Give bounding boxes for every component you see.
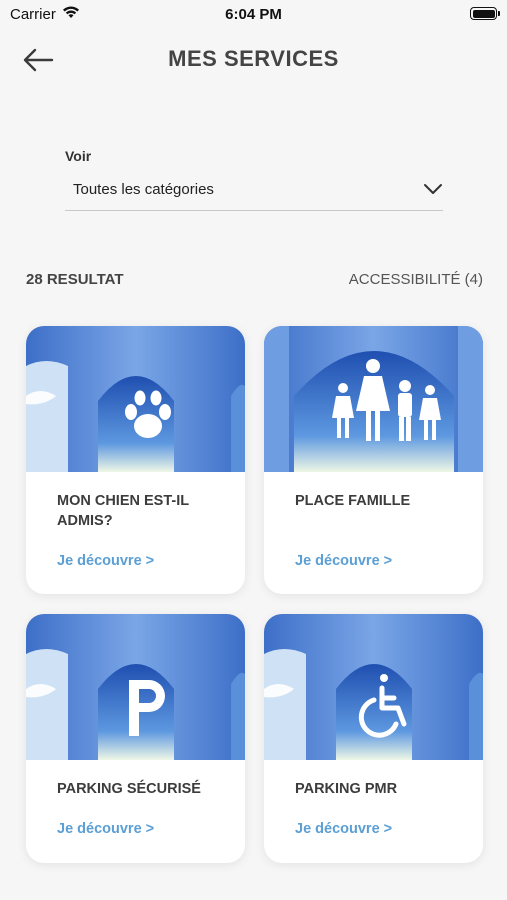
service-card-pmr-parking[interactable]: PARKING PMR Je découvre > [264,614,483,863]
battery-icon [470,7,500,20]
card-image [26,326,245,472]
category-select[interactable]: Toutes les catégories [65,172,443,211]
card-title: MON CHIEN EST-IL ADMIS? [57,493,189,529]
card-title: PARKING SÉCURISÉ [57,781,201,797]
paw-icon [125,390,171,438]
wheelchair-icon [358,674,407,738]
family-icon [332,359,441,441]
category-filter-link[interactable]: ACCESSIBILITÉ (4) [349,271,483,288]
status-bar: Carrier 6:04 PM [0,0,507,30]
discover-link[interactable]: Je découvre > [295,553,392,569]
card-image [264,614,483,760]
discover-link[interactable]: Je découvre > [295,821,392,837]
chevron-down-icon [424,184,442,194]
card-title: PLACE FAMILLE [295,493,411,509]
result-count: 28 RESULTAT [26,271,124,288]
card-image [264,326,483,472]
card-title: PARKING PMR [295,781,398,797]
clock: 6:04 PM [225,6,282,23]
discover-link[interactable]: Je découvre > [57,553,154,569]
parking-icon [129,680,165,736]
page-title: MES SERVICES [168,46,339,71]
service-card-dog[interactable]: MON CHIEN EST-IL ADMIS? Je découvre > [26,326,245,594]
discover-link[interactable]: Je découvre > [57,821,154,837]
service-card-family[interactable]: PLACE FAMILLE Je découvre > [264,326,483,594]
category-select-value: Toutes les catégories [73,181,214,198]
card-image [26,614,245,760]
filter-label: Voir [65,148,92,164]
service-card-parking[interactable]: PARKING SÉCURISÉ Je découvre > [26,614,245,863]
